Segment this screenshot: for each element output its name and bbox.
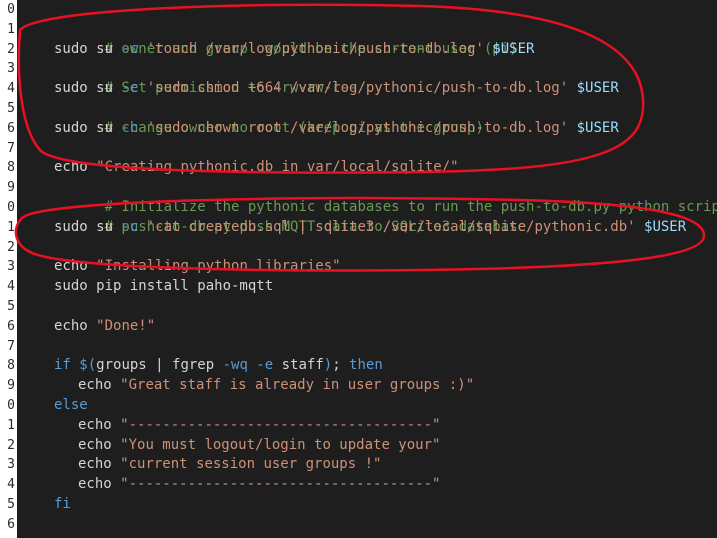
- code-line: echo "current session user groups !": [78, 455, 381, 475]
- command-text: echo: [54, 159, 97, 176]
- command-text: echo: [78, 456, 121, 473]
- command-text: echo: [54, 258, 97, 275]
- line-number: 4: [7, 81, 15, 97]
- code-line: echo "----------------------------------…: [78, 416, 440, 436]
- code-line: echo "Installing python libraries": [54, 257, 341, 277]
- variable-text: $USER: [483, 40, 535, 57]
- command-text: sudo su: [54, 80, 122, 97]
- flag-text: -c: [121, 218, 139, 235]
- command-text: echo: [78, 416, 121, 433]
- line-number: 5: [7, 101, 15, 116]
- line-number: 7: [7, 338, 15, 354]
- line-number: 5: [7, 299, 15, 314]
- code-line: echo "You must logout/login to update yo…: [78, 436, 440, 456]
- code-line: echo "Creating pythonic.db in var/local/…: [54, 158, 459, 178]
- command-text: groups | fgrep: [96, 357, 223, 374]
- variable-text: $USER: [568, 119, 619, 136]
- line-number: 0: [7, 200, 15, 215]
- line-number: 2: [7, 437, 15, 453]
- flag-text: -c: [121, 40, 139, 57]
- string-literal: "------------------------------------": [120, 476, 441, 493]
- command-arg: staff: [273, 357, 324, 374]
- line-number: 6: [7, 516, 15, 532]
- string-literal: "Great staff is already in user groups :…: [120, 377, 475, 394]
- subshell-close: ): [323, 357, 333, 374]
- code-line: sudo su -c 'sudo chmod +664 /var/log/pyt…: [54, 79, 619, 99]
- line-number: 5: [7, 497, 15, 512]
- code-line: echo "Great staff is already in user gro…: [78, 376, 474, 396]
- string-literal: 'cat createdb.sql | sqlite3 /var/local/s…: [138, 218, 636, 235]
- command-text: echo: [78, 436, 121, 453]
- flag-text: -wq -e: [222, 357, 274, 374]
- code-line: sudo su -c 'cat createdb.sql | sqlite3 /…: [54, 218, 686, 238]
- line-number: 4: [7, 477, 15, 493]
- code-area[interactable]: # owner and group would be the current u…: [54, 0, 717, 538]
- keyword-text: fi: [54, 496, 71, 512]
- code-line: # Initialize the pythonic databases to r…: [54, 178, 717, 215]
- line-number: 4: [7, 279, 15, 295]
- code-line: if $(groups | fgrep -wq -e staff); then: [54, 356, 383, 376]
- line-number: 2: [7, 41, 15, 57]
- line-number: 6: [7, 318, 15, 334]
- line-number: 3: [7, 259, 15, 275]
- variable-text: $USER: [568, 80, 619, 97]
- code-line: echo "Done!": [54, 317, 155, 337]
- line-number: 6: [7, 120, 15, 136]
- line-number: 9: [7, 378, 15, 394]
- keyword-text: then: [349, 357, 383, 374]
- string-literal: 'touch /var/log/pythonic/push-to-db.log': [138, 40, 484, 57]
- line-number-gutter: 0 1 2 3 4 5 6 7 8 9 0 1 2 3 4 5 6 7 8 9 …: [0, 0, 17, 538]
- code-line: else: [54, 396, 88, 416]
- flag-text: -c: [121, 119, 139, 136]
- string-literal: 'sudo chmod +664 /var/log/pythonic/push-…: [138, 80, 569, 97]
- variable-text: $USER: [635, 218, 687, 235]
- command-text: echo: [54, 317, 97, 334]
- command-text: sudo su: [54, 40, 122, 57]
- code-line: sudo pip install paho-mqtt: [54, 277, 273, 297]
- line-number: 9: [7, 180, 15, 196]
- line-number: 0: [7, 398, 15, 413]
- line-number: 1: [7, 219, 15, 235]
- code-line: # push-to-db.py push MQTT data to SQLite…: [54, 198, 526, 235]
- line-number: 3: [7, 457, 15, 473]
- string-literal: 'sudo chown root /var/log/pythonic/push-…: [138, 119, 569, 136]
- code-line: # Set permission to -rw-rw-r--: [54, 59, 358, 96]
- line-number: 7: [7, 140, 15, 156]
- code-line: # change owner to root (keep pi as the g…: [54, 99, 484, 136]
- string-literal: "Done!": [96, 317, 156, 334]
- line-number: 1: [7, 21, 15, 37]
- command-text: sudo pip install paho-mqtt: [54, 278, 274, 295]
- code-line: # owner and group would be the current u…: [54, 20, 518, 57]
- command-text: echo: [78, 377, 121, 394]
- code-line: echo "----------------------------------…: [78, 475, 440, 495]
- command-text: sudo su: [54, 218, 122, 235]
- line-number: 8: [7, 358, 15, 374]
- string-literal: "------------------------------------": [120, 416, 441, 433]
- code-line: sudo su -c 'touch /var/log/pythonic/push…: [54, 40, 534, 60]
- string-literal: "current session user groups !": [120, 456, 382, 473]
- string-literal: "Installing python libraries": [96, 258, 341, 275]
- line-number: 0: [7, 2, 15, 17]
- command-text: sudo su: [54, 119, 122, 136]
- keyword-text: if: [54, 357, 80, 374]
- code-line: sudo su -c 'sudo chown root /var/log/pyt…: [54, 119, 619, 139]
- line-number: 1: [7, 417, 15, 433]
- subshell-open: $(: [79, 357, 97, 374]
- string-literal: "You must logout/login to update your": [120, 436, 441, 453]
- line-number: 8: [7, 160, 15, 176]
- flag-text: -c: [121, 80, 139, 97]
- semicolon: ;: [332, 357, 350, 374]
- code-editor[interactable]: 0 1 2 3 4 5 6 7 8 9 0 1 2 3 4 5 6 7 8 9 …: [0, 0, 717, 538]
- code-line: fi: [54, 495, 71, 515]
- string-literal: "Creating pythonic.db in var/local/sqlit…: [96, 159, 459, 176]
- line-number: 2: [7, 239, 15, 255]
- command-text: echo: [78, 476, 121, 493]
- keyword-text: else: [54, 397, 88, 413]
- line-number: 3: [7, 61, 15, 77]
